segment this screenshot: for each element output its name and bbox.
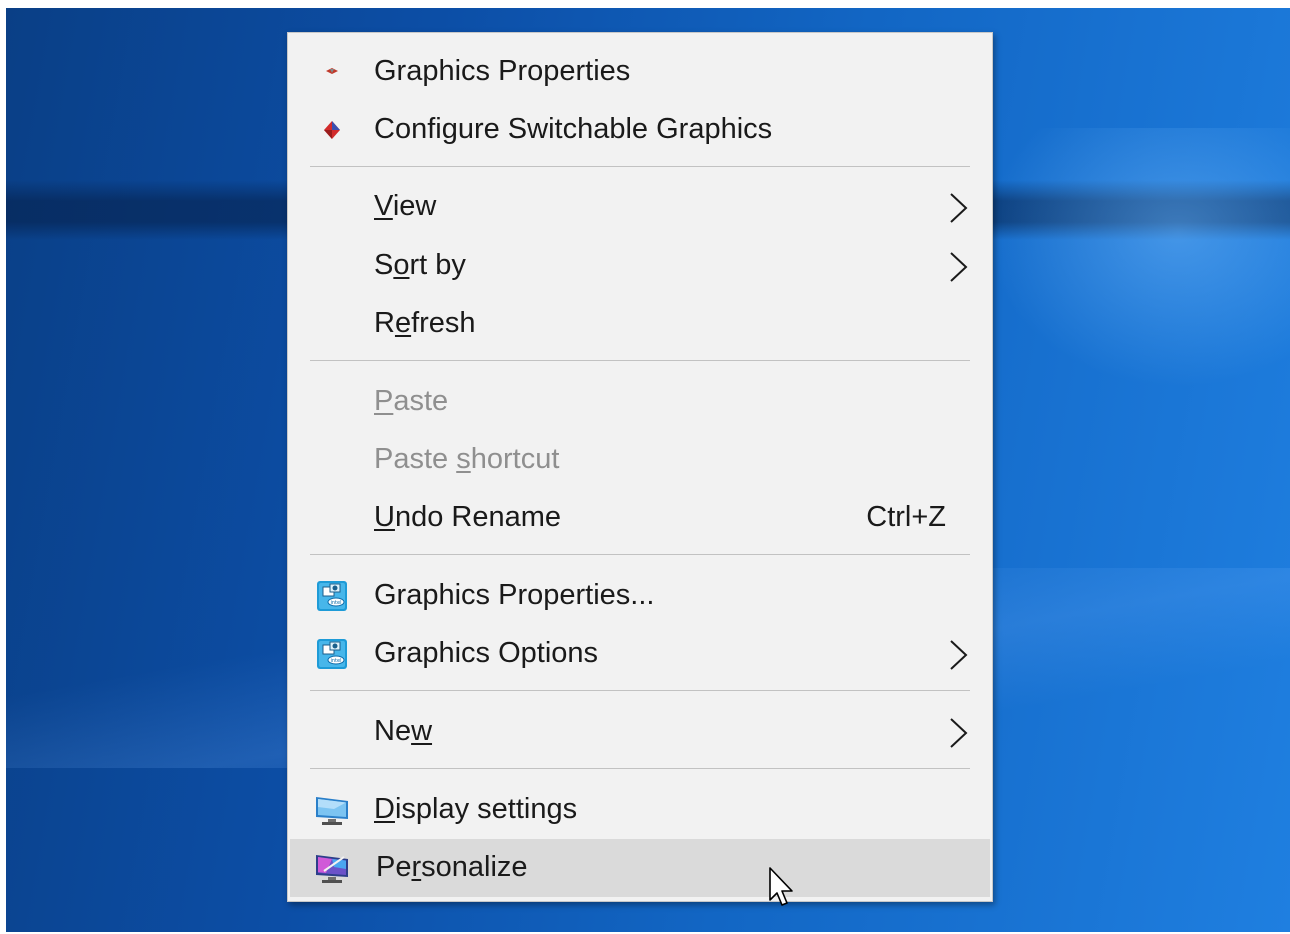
menu-item-label: Undo Rename xyxy=(374,501,562,533)
menu-item-new[interactable]: New xyxy=(288,703,992,761)
menu-item-label: Graphics Properties xyxy=(374,55,631,87)
menu-item-label: Paste shortcut xyxy=(374,443,560,475)
amd-small-icon xyxy=(314,55,350,89)
menu-item-graphics-properties-intel[interactable]: intel Graphics Properties... xyxy=(288,567,992,625)
menu-separator xyxy=(310,554,970,555)
menu-item-label: Refresh xyxy=(374,307,476,339)
menu-item-label: View xyxy=(374,190,437,222)
personalize-monitor-icon xyxy=(314,851,350,885)
menu-item-label: Sort by xyxy=(374,249,466,281)
shortcut-hint: Ctrl+Z xyxy=(866,501,946,533)
menu-item-label: New xyxy=(374,715,433,747)
menu-item-graphics-options[interactable]: intel Graphics Options xyxy=(288,625,992,683)
chevron-right-icon xyxy=(946,251,970,283)
chevron-right-icon xyxy=(946,192,970,224)
menu-separator xyxy=(310,360,970,361)
chevron-right-icon xyxy=(946,639,970,671)
menu-item-sort-by[interactable]: Sort by xyxy=(288,237,992,295)
menu-item-label: Display settings xyxy=(374,793,578,825)
menu-item-label: Configure Switchable Graphics xyxy=(374,113,773,145)
amd-diamond-icon xyxy=(314,113,350,147)
menu-item-graphics-properties-amd[interactable]: Graphics Properties xyxy=(288,43,992,101)
wallpaper-glow xyxy=(986,128,1290,388)
chevron-right-icon xyxy=(946,717,970,749)
menu-item-paste: Paste xyxy=(288,373,992,431)
svg-text:intel: intel xyxy=(331,600,342,606)
menu-item-view[interactable]: View xyxy=(288,178,992,236)
menu-item-label: Graphics Options xyxy=(374,637,599,669)
menu-item-personalize[interactable]: Personalize xyxy=(290,839,990,897)
menu-separator xyxy=(310,768,970,769)
menu-item-configure-switchable-graphics[interactable]: Configure Switchable Graphics xyxy=(288,101,992,159)
menu-item-undo-rename[interactable]: Undo Rename Ctrl+Z xyxy=(288,489,992,547)
menu-separator xyxy=(310,166,970,167)
intel-graphics-icon: intel xyxy=(314,637,350,671)
mouse-pointer-icon xyxy=(768,866,798,910)
display-monitor-icon xyxy=(314,793,350,827)
menu-item-paste-shortcut: Paste shortcut xyxy=(288,431,992,489)
menu-item-label: Personalize xyxy=(376,851,528,883)
menu-separator xyxy=(310,690,970,691)
intel-graphics-icon: intel xyxy=(314,579,350,613)
menu-item-label: Paste xyxy=(374,385,449,417)
svg-text:intel: intel xyxy=(331,658,342,664)
menu-item-display-settings[interactable]: Display settings xyxy=(288,781,992,839)
menu-item-label: Graphics Properties... xyxy=(374,579,655,611)
desktop-context-menu: Graphics Properties Configure Switchable… xyxy=(287,32,993,902)
menu-item-refresh[interactable]: Refresh xyxy=(288,295,992,353)
